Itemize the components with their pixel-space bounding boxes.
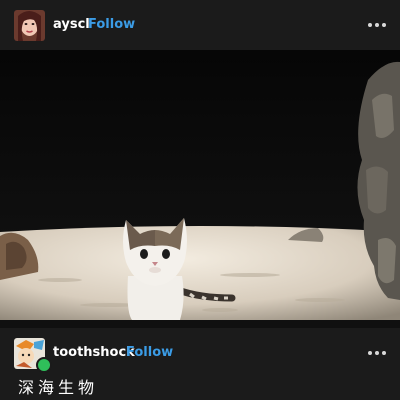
username-toothshock[interactable]: toothshock — [53, 345, 135, 360]
follow-button-ayscl[interactable]: Follow — [88, 17, 135, 32]
more-horizontal-icon[interactable] — [368, 350, 386, 356]
post-caption: 深海生物 — [18, 378, 99, 397]
more-horizontal-icon[interactable] — [368, 22, 386, 28]
post-photo[interactable] — [0, 50, 400, 320]
verified-badge-icon — [36, 357, 52, 373]
username-ayscl[interactable]: ayscl — [53, 17, 90, 32]
post-header-ayscl: ayscl Follow — [0, 0, 400, 50]
avatar-ayscl[interactable] — [14, 10, 45, 41]
follow-button-toothshock[interactable]: Follow — [126, 345, 173, 360]
post-header-toothshock: toothshock Follow — [0, 328, 400, 378]
post-divider — [0, 320, 400, 328]
